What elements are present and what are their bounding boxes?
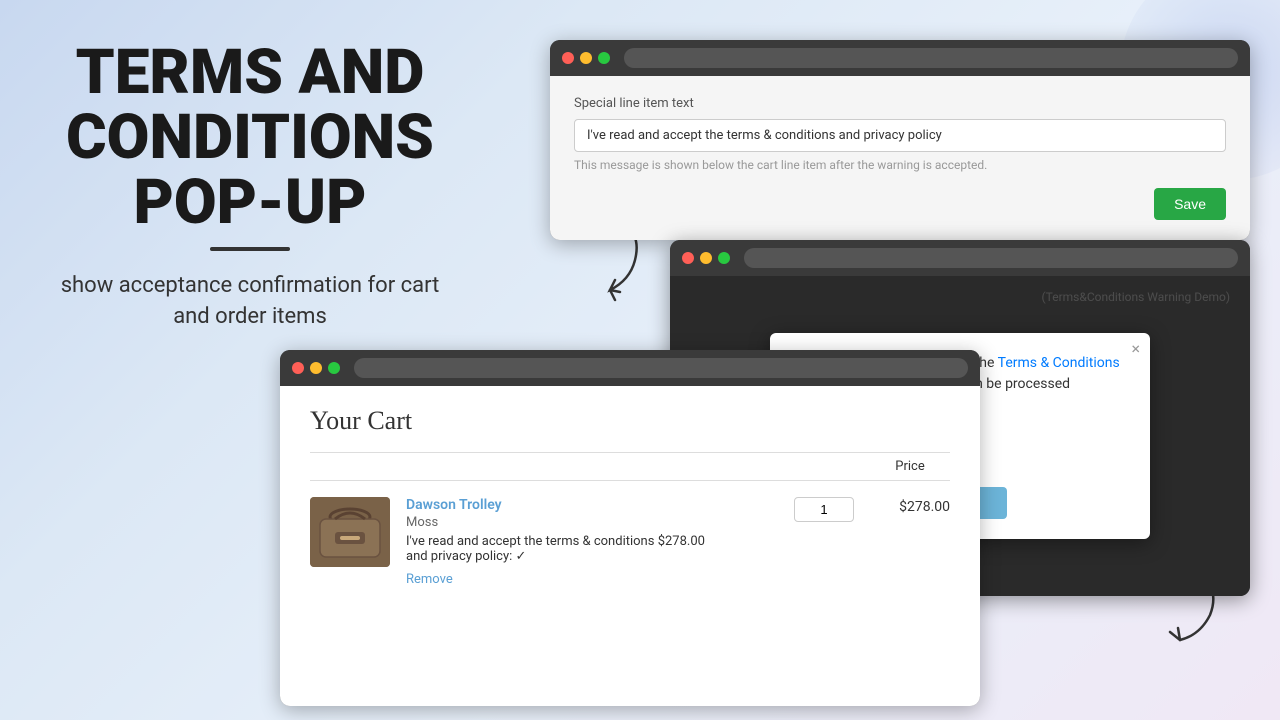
subtitle-text: show acceptance confirmation for cart an… — [40, 271, 460, 333]
yellow-dot-mid-icon[interactable] — [700, 252, 712, 264]
main-title: TERMS AND CONDITIONS POP-UP — [40, 40, 460, 235]
price-column-header: Price — [870, 459, 950, 474]
green-dot-icon[interactable] — [598, 52, 610, 64]
address-bar-top[interactable] — [624, 48, 1238, 68]
green-dot-cart-icon[interactable] — [328, 362, 340, 374]
yellow-dot-icon[interactable] — [580, 52, 592, 64]
item-price: $278.00 — [870, 497, 950, 515]
cart-header-row: Price — [310, 452, 950, 481]
quantity-input[interactable] — [794, 497, 854, 522]
title-line3: POP-UP — [133, 166, 366, 239]
item-name-link[interactable]: Dawson Trolley — [406, 497, 778, 513]
acceptance-text-part1: I've read and accept the terms & conditi… — [406, 534, 654, 549]
red-dot-mid-icon[interactable] — [682, 252, 694, 264]
line-item-text-input[interactable]: I've read and accept the terms & conditi… — [574, 119, 1226, 152]
cart-title: Your Cart — [310, 406, 950, 436]
item-details: Dawson Trolley Moss I've read and accept… — [406, 497, 778, 587]
green-dot-mid-icon[interactable] — [718, 252, 730, 264]
title-line2: CONDITIONS — [66, 101, 434, 174]
yellow-dot-cart-icon[interactable] — [310, 362, 322, 374]
acceptance-check: and privacy policy: ✓ — [406, 549, 526, 564]
product-image — [310, 497, 390, 567]
acceptance-price: $278.00 — [658, 534, 705, 549]
browser-titlebar-cart — [280, 350, 980, 386]
save-button[interactable]: Save — [1154, 188, 1226, 220]
cart-item-row: Dawson Trolley Moss I've read and accept… — [310, 497, 950, 587]
browser-titlebar-mid — [670, 240, 1250, 276]
settings-browser-window: Special line item text I've read and acc… — [550, 40, 1250, 240]
address-bar-cart[interactable] — [354, 358, 968, 378]
modal-close-button[interactable]: × — [1131, 341, 1140, 357]
browser-titlebar-top — [550, 40, 1250, 76]
title-line1: TERMS AND — [76, 36, 425, 109]
cart-browser-content: Your Cart Price Dawson Trolle — [280, 386, 980, 706]
address-bar-mid[interactable] — [744, 248, 1238, 268]
field-label: Special line item text — [574, 96, 1226, 111]
field-hint-text: This message is shown below the cart lin… — [574, 158, 1226, 172]
item-acceptance-text: I've read and accept the terms & conditi… — [406, 534, 778, 564]
item-qty-container — [794, 497, 854, 522]
bag-svg — [310, 497, 390, 567]
terms-link[interactable]: Terms & Conditions — [998, 355, 1120, 371]
item-variant: Moss — [406, 515, 778, 530]
title-underline — [210, 247, 290, 251]
cart-browser-window: Your Cart Price Dawson Trolle — [280, 350, 980, 706]
red-dot-icon[interactable] — [562, 52, 574, 64]
settings-browser-content: Special line item text I've read and acc… — [550, 76, 1250, 240]
red-dot-cart-icon[interactable] — [292, 362, 304, 374]
remove-link[interactable]: Remove — [406, 572, 453, 587]
